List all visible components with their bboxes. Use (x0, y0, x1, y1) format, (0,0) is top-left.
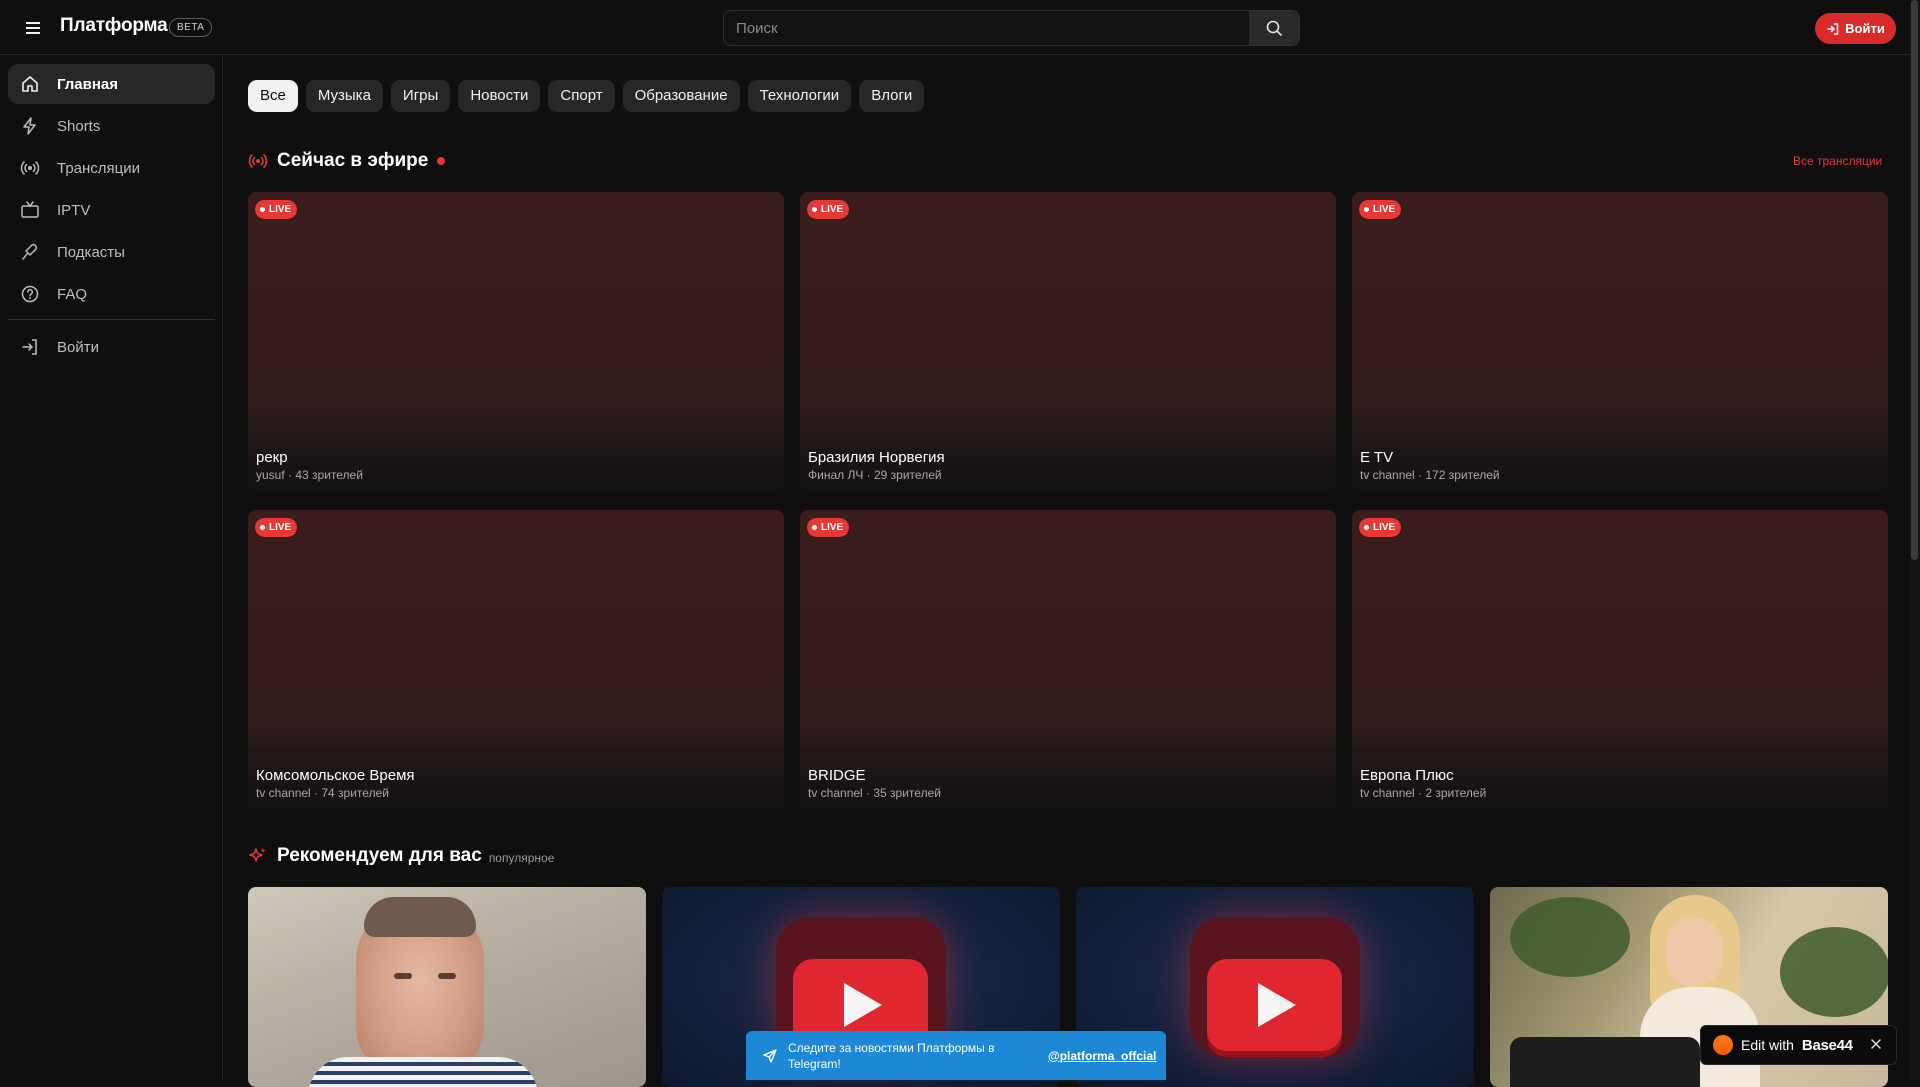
bolt-icon (23, 117, 36, 135)
recommended-section-title: Рекомендуем для вас (277, 845, 482, 866)
live-stream-card[interactable]: LIVE рекр yusuf · 43 зрителей (248, 192, 784, 493)
chip-vlogs[interactable]: Влоги (859, 80, 925, 112)
telegram-banner-text: Следите за новостями Платформы в Telegra… (788, 1040, 995, 1071)
microphone-icon (22, 243, 38, 260)
close-icon[interactable] (1868, 1036, 1884, 1052)
send-icon (763, 1048, 777, 1063)
live-indicator-dot (437, 157, 446, 165)
menu-icon[interactable] (22, 16, 46, 40)
sidebar-item-iptv[interactable]: IPTV (8, 190, 215, 230)
chip-sport[interactable]: Спорт (548, 80, 615, 112)
sidebar-item-label: FAQ (57, 285, 88, 303)
stream-meta: tv channel · 35 зрителей (808, 786, 941, 800)
sidebar-item-shorts[interactable]: Shorts (8, 106, 215, 146)
stream-meta: Финал ЛЧ · 29 зрителей (808, 468, 942, 482)
telegram-banner: Следите за новостями Платформы в Telegra… (746, 1031, 1166, 1080)
stream-title: рекр (256, 449, 288, 466)
recommended-section-subtitle: популярное (488, 850, 555, 865)
sidebar-item-faq[interactable]: FAQ (8, 274, 215, 314)
sidebar-item-podcasts[interactable]: Подкасты (8, 232, 215, 272)
live-badge: LIVE (1359, 200, 1402, 219)
sidebar: Главная Shorts Трансляции IPTV Подкасты … (0, 55, 223, 1080)
sidebar-item-label: Трансляции (57, 159, 141, 177)
live-section-title: Сейчас в эфире (277, 150, 429, 171)
search-bar (723, 10, 1300, 46)
live-badge: LIVE (807, 200, 850, 219)
stream-title: E TV (1360, 449, 1394, 466)
login-label: Войти (1845, 21, 1885, 36)
sidebar-item-label: IPTV (57, 201, 91, 219)
sidebar-item-home[interactable]: Главная (8, 64, 215, 104)
home-icon (22, 76, 38, 92)
live-stream-card[interactable]: LIVE Комсомольское Время tv channel · 74… (248, 510, 784, 811)
live-badge: LIVE (1359, 518, 1402, 537)
broadcast-icon (248, 154, 268, 168)
sidebar-divider (8, 319, 215, 320)
live-badge: LIVE (807, 518, 850, 537)
sidebar-item-label: Главная (57, 75, 119, 93)
sidebar-item-login[interactable]: Войти (8, 327, 215, 367)
tv-icon (21, 201, 39, 218)
category-chips: Все Музыка Игры Новости Спорт Образовани… (248, 80, 925, 112)
stream-meta: tv channel · 172 зрителей (1360, 468, 1500, 482)
sidebar-item-label: Войти (57, 338, 99, 356)
stream-title: Бразилия Норвегия (808, 449, 945, 466)
scrollbar-thumb[interactable] (1911, 0, 1918, 560)
search-button[interactable] (1249, 11, 1299, 45)
search-input[interactable] (724, 11, 1251, 45)
video-thumbnail[interactable] (248, 887, 646, 1087)
broadcast-icon (20, 161, 40, 175)
sparkles-icon (249, 848, 266, 862)
stream-meta: tv channel · 2 зрителей (1360, 786, 1487, 800)
stream-meta: yusuf · 43 зрителей (256, 468, 363, 482)
live-badge: LIVE (255, 200, 298, 219)
scrollbar[interactable] (1909, 0, 1920, 1080)
telegram-link[interactable]: @platforma_offcial (1048, 1049, 1156, 1063)
all-streams-link[interactable]: Все трансляции (1793, 154, 1882, 168)
recommended-section-header: Рекомендуем для вас популярное (248, 845, 554, 867)
edit-with-text: Edit with (1741, 1037, 1794, 1053)
live-stream-card[interactable]: LIVE Европа Плюс tv channel · 2 зрителей (1352, 510, 1888, 811)
live-stream-card[interactable]: LIVE Бразилия Норвегия Финал ЛЧ · 29 зри… (800, 192, 1336, 493)
help-circle-icon (21, 285, 39, 303)
edit-with-brand: Base44 (1801, 1036, 1853, 1054)
live-stream-card[interactable]: LIVE E TV tv channel · 172 зрителей (1352, 192, 1888, 493)
chip-education[interactable]: Образование (622, 80, 740, 112)
chip-music[interactable]: Музыка (305, 80, 383, 112)
stream-meta: tv channel · 74 зрителей (256, 786, 389, 800)
top-bar: Платформа BETA Войти (0, 0, 1920, 55)
live-badge: LIVE (255, 518, 298, 537)
stream-title: Европа Плюс (1360, 767, 1454, 784)
sidebar-item-broadcasts[interactable]: Трансляции (8, 148, 215, 188)
login-icon (1827, 22, 1839, 35)
base44-logo-icon (1713, 1035, 1733, 1055)
live-section-header: Сейчас в эфире (248, 150, 446, 172)
login-icon (22, 339, 37, 355)
sidebar-item-label: Shorts (57, 117, 101, 135)
live-stream-card[interactable]: LIVE BRIDGE tv channel · 35 зрителей (800, 510, 1336, 811)
chip-technology[interactable]: Технологии (747, 80, 852, 112)
stream-title: Комсомольское Время (256, 767, 415, 784)
chip-games[interactable]: Игры (390, 80, 451, 112)
edit-with-badge[interactable]: Edit with Base44 (1700, 1025, 1897, 1065)
chip-all[interactable]: Все (248, 80, 298, 112)
sidebar-item-label: Подкасты (57, 243, 125, 261)
chip-news[interactable]: Новости (458, 80, 541, 112)
beta-badge: BETA (169, 18, 213, 37)
logo[interactable]: Платформа (60, 15, 168, 37)
search-icon (1266, 20, 1282, 36)
stream-title: BRIDGE (808, 767, 866, 784)
login-button[interactable]: Войти (1815, 13, 1896, 44)
